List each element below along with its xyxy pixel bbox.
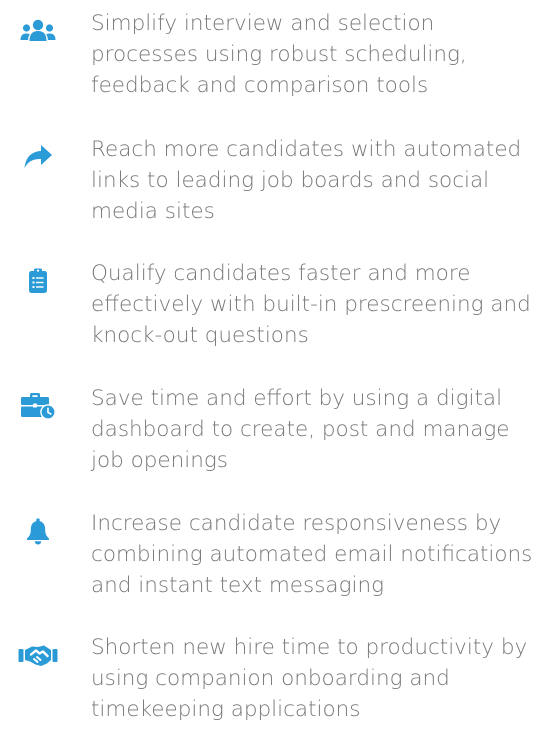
feature-text: Save time and effort by using a digital … — [91, 386, 510, 473]
feature-text: Qualify candidates faster and more effec… — [91, 261, 531, 348]
feature-item-qualify: Qualify candidates faster and more effec… — [0, 258, 554, 368]
handshake-icon — [18, 640, 58, 670]
briefcase-clock-icon — [18, 391, 58, 421]
feature-text: Increase candidate responsiveness by com… — [91, 511, 533, 598]
bell-icon — [18, 516, 58, 546]
feature-item-interview: Simplify interview and selection process… — [0, 8, 554, 118]
share-arrow-icon — [18, 142, 58, 172]
feature-item-shorten: Shorten new hire time to productivity by… — [0, 632, 554, 742]
users-icon — [18, 16, 58, 46]
feature-item-responsiveness: Increase candidate responsiveness by com… — [0, 508, 554, 618]
clipboard-list-icon — [18, 266, 58, 296]
feature-text: Shorten new hire time to productivity by… — [91, 635, 528, 722]
feature-item-save-time: Save time and effort by using a digital … — [0, 383, 554, 493]
feature-list: Simplify interview and selection process… — [0, 0, 554, 738]
feature-item-reach: Reach more candidates with automated lin… — [0, 134, 554, 244]
feature-text: Reach more candidates with automated lin… — [91, 137, 522, 224]
feature-text: Simplify interview and selection process… — [91, 11, 467, 98]
